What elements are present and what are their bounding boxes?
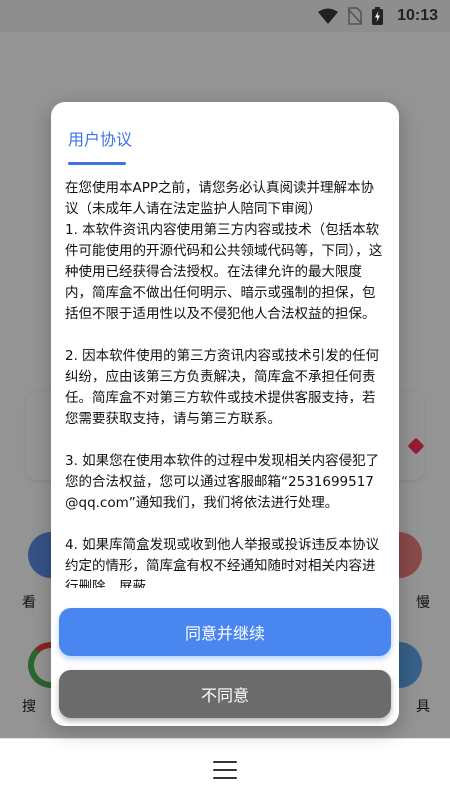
menu-icon[interactable] [213, 760, 237, 779]
agreement-clause-1: 1. 本软件资讯内容使用第三方内容或技术（包括本软件可能使用的开源代码和公共领域… [65, 222, 383, 322]
dialog-title: 用户协议 [68, 130, 133, 149]
agreement-clause-4: 4. 如果库简盒发现或收到他人举报或投诉违反本协议约定的情形，简库盒有权不经通知… [65, 537, 380, 588]
user-agreement-dialog: 用户协议 在您使用本APP之前，请您务必认真阅读并理解本协议（未成年人请在法定监… [51, 102, 399, 726]
status-bar: 10:13 [0, 0, 450, 32]
no-sim-icon [348, 7, 363, 25]
title-underline [68, 162, 126, 165]
agree-button[interactable]: 同意并继续 [59, 608, 391, 656]
agreement-clause-2: 2. 因本软件使用的第三方资讯内容或技术引发的任何纠纷，应由该第三方负责解决，简… [65, 348, 380, 427]
status-time: 10:13 [397, 7, 438, 24]
agreement-clause-3: 3. 如果您在使用本软件的过程中发现相关内容侵犯了您的合法权益，您可以通过客服邮… [65, 453, 380, 511]
agreement-text-scroll[interactable]: 在您使用本APP之前，请您务必认真阅读并理解本协议（未成年人请在法定监护人陪同下… [65, 178, 385, 588]
screen: 看 慢 搜 具 10:13 用户协议 在您使用本APP之前，请您务必认真阅读并理… [0, 0, 450, 800]
disagree-button[interactable]: 不同意 [59, 670, 391, 718]
wifi-icon [318, 8, 339, 24]
battery-charging-icon [372, 7, 384, 25]
bottom-nav [0, 738, 450, 800]
agreement-intro: 在您使用本APP之前，请您务必认真阅读并理解本协议（未成年人请在法定监护人陪同下… [65, 180, 375, 217]
